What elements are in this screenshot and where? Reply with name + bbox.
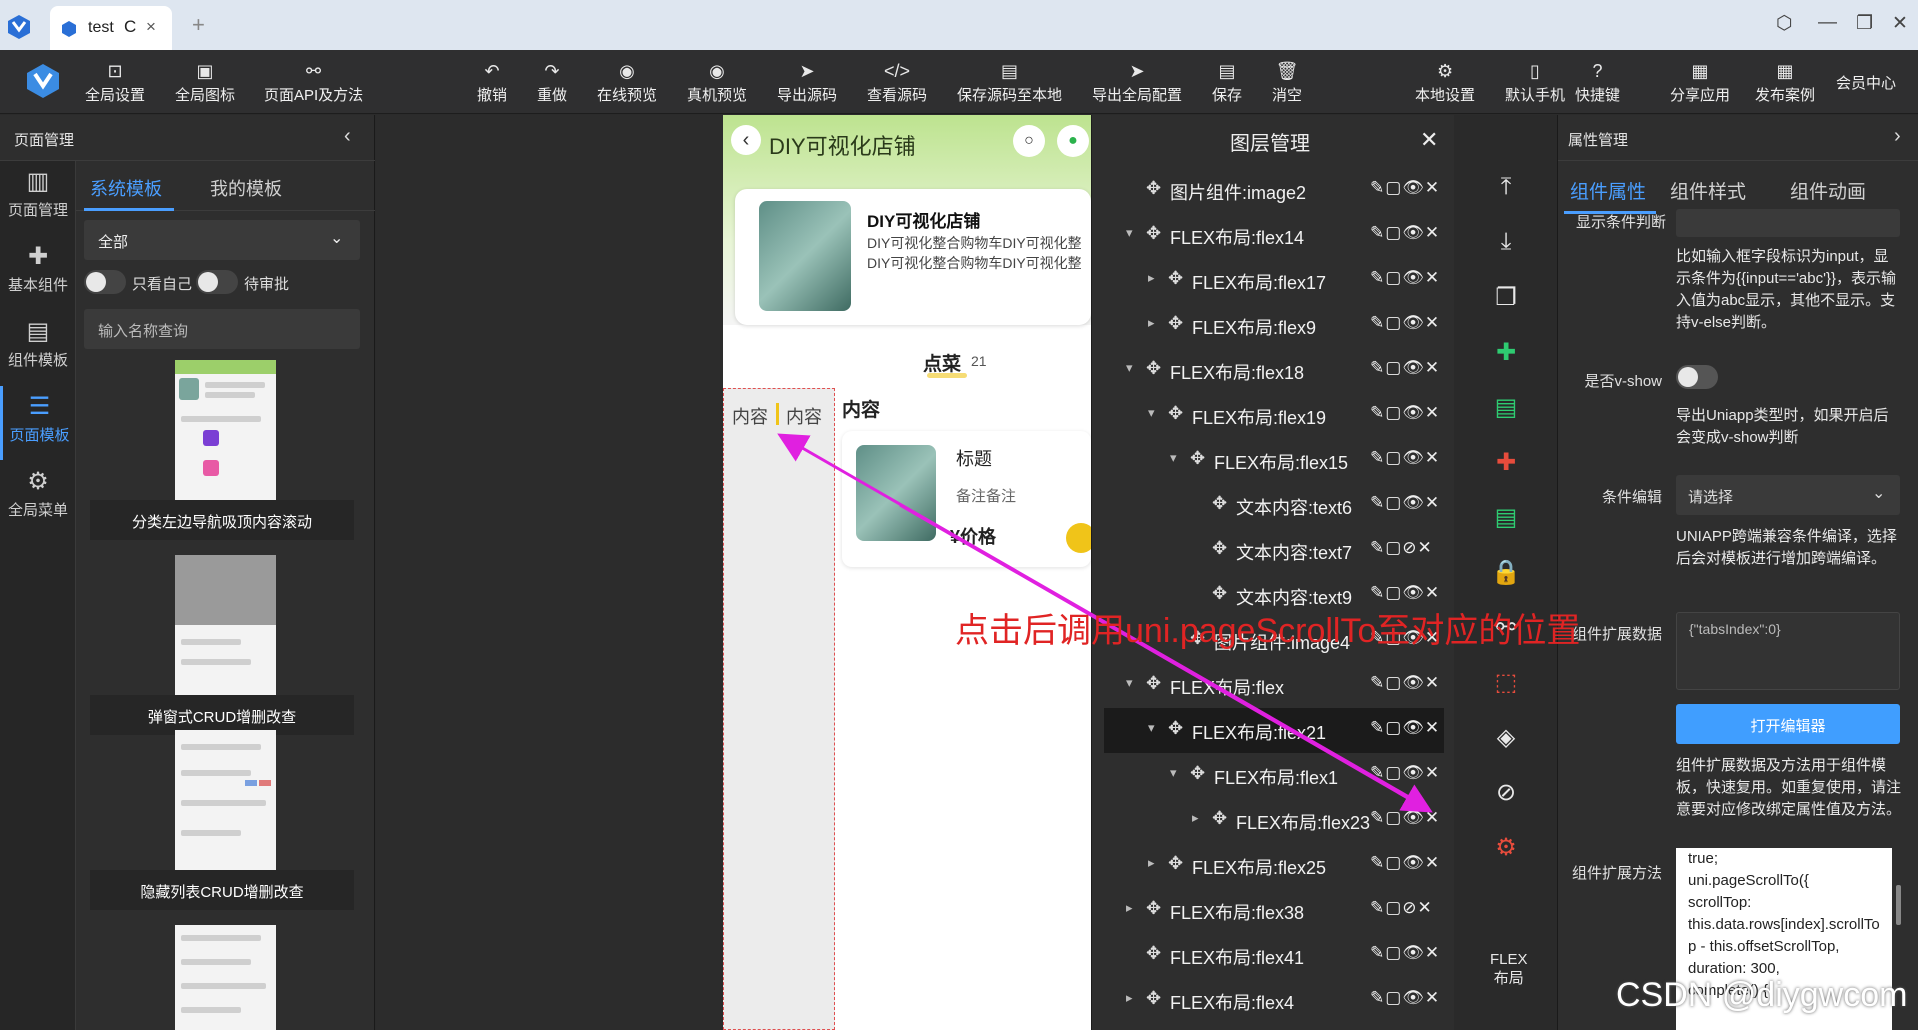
annotation-arrow [899,503,1433,813]
watermark: CSDN @diygwcom [1616,976,1908,1014]
annotation-arrows [777,433,1433,813]
annotation-text: 点击后调用uni.pageScrollTo至对应的位置 [955,612,1581,650]
app-root: test C × + ⬡ — ❐ ✕ ⊡ 全局设置 ▣ 全局图标 ⚯ 页面API及方法 ↶… [0,0,1918,1030]
